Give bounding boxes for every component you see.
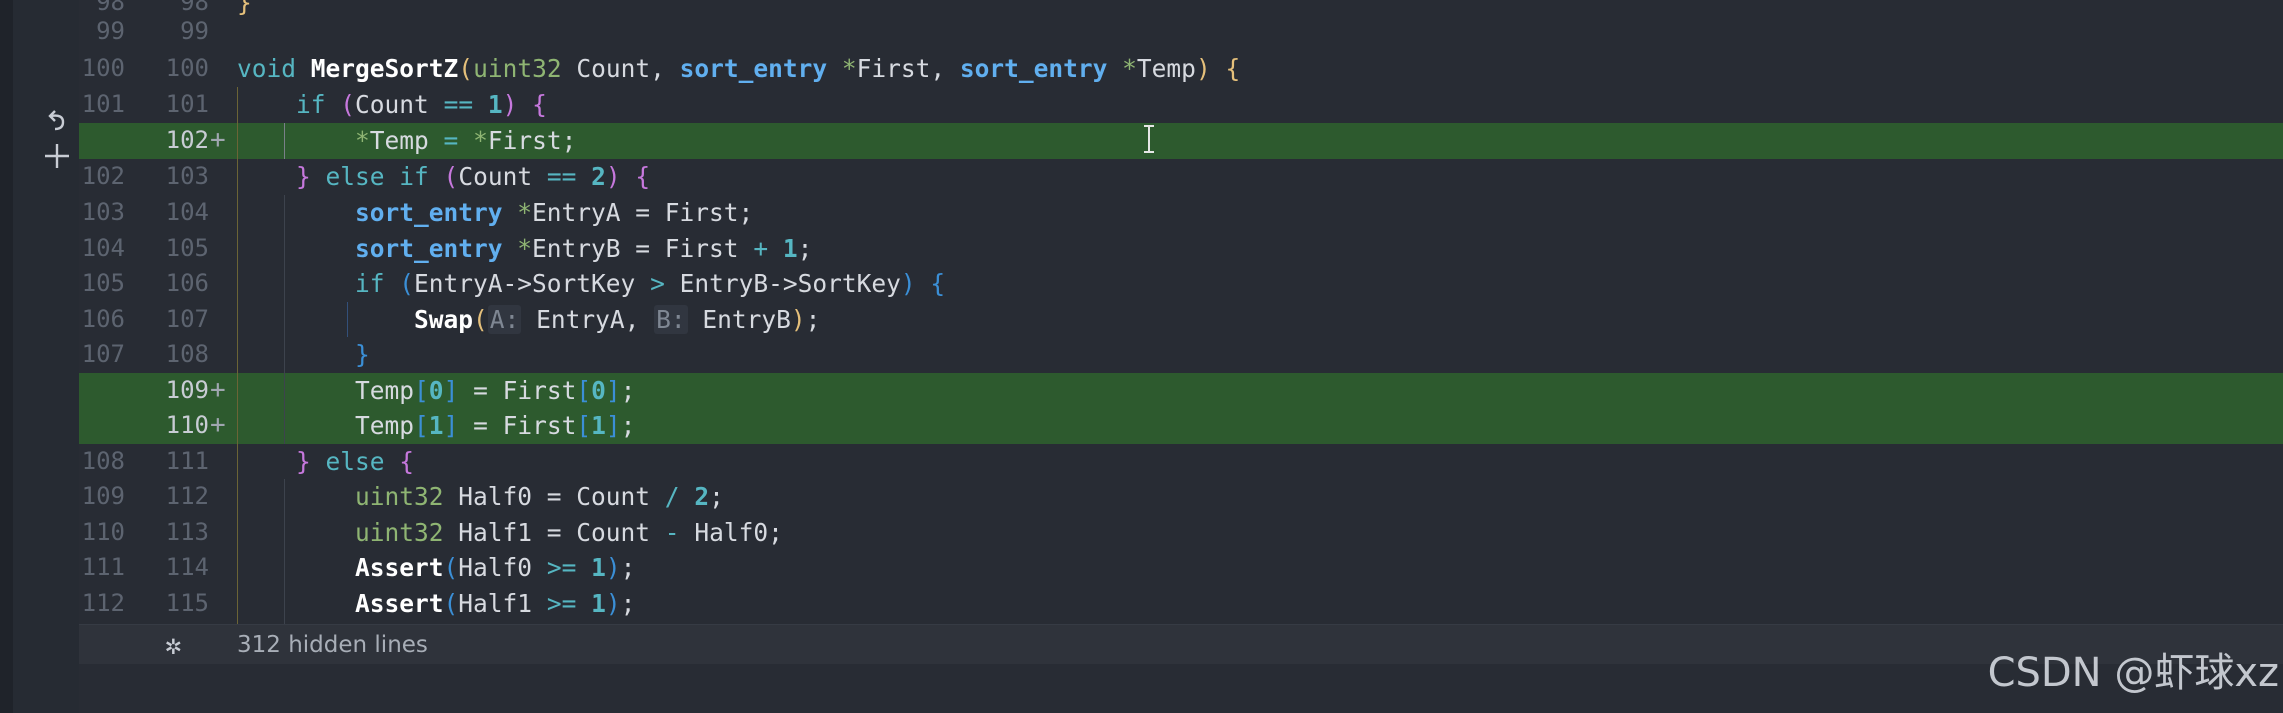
new-line-number: 104	[165, 198, 209, 226]
unfold-icon[interactable]: ✲	[165, 629, 182, 661]
old-line-number	[79, 373, 125, 409]
param-hint: A:	[487, 305, 522, 334]
plus-icon[interactable]	[41, 140, 73, 172]
code-line: 105 106 if (EntryA->SortKey > EntryB->So…	[79, 266, 2283, 302]
old-line-number: 103	[81, 198, 125, 226]
old-line-number: 112	[81, 589, 125, 617]
code-line: 102 103 } else if (Count == 2) {	[79, 159, 2283, 195]
param-hint: B:	[654, 305, 688, 334]
code-line: 109 112 uint32 Half0 = Count / 2;	[79, 479, 2283, 515]
code-text: sort_entry *EntryB = First + 1;	[355, 234, 813, 263]
added-line: 110 + Temp[1] = First[1];	[79, 408, 2283, 444]
new-line-number: 105	[165, 234, 209, 262]
new-line-number: 108	[165, 340, 209, 368]
code-line: 112 115 Assert(Half1 >= 1);	[79, 586, 2283, 622]
code-text: Assert(Half1 >= 1);	[355, 589, 636, 618]
code-line: 106 107 Swap(A: EntryA, B: EntryB);	[79, 302, 2283, 338]
old-line-number: 101	[81, 90, 125, 118]
new-line-number: 107	[165, 305, 209, 333]
old-line-number: 106	[81, 305, 125, 333]
code-line: 103 104 sort_entry *EntryA = First;	[79, 195, 2283, 231]
old-line-number: 108	[81, 447, 125, 475]
new-line-number: 101	[165, 90, 209, 118]
code-line: 110 113 uint32 Half1 = Count - Half0;	[79, 515, 2283, 551]
watermark: CSDN @虾球xz	[1987, 650, 2279, 696]
old-line-number: 104	[81, 234, 125, 262]
indent-guide	[284, 479, 285, 624]
old-line-number: 99	[96, 17, 125, 45]
old-line-number: 105	[81, 269, 125, 297]
hidden-lines-label: 312 hidden lines	[237, 632, 428, 658]
code-line: 104 105 sort_entry *EntryB = First + 1;	[79, 231, 2283, 267]
new-line-number: 110	[165, 411, 209, 439]
code-text: }	[355, 340, 370, 369]
old-line-number: 107	[81, 340, 125, 368]
new-line-number: 115	[165, 589, 209, 617]
old-line-number	[79, 408, 125, 444]
code-text: Temp[0] = First[0];	[355, 376, 636, 405]
old-line-number: 110	[81, 518, 125, 546]
code-text: if (Count == 1) {	[296, 90, 547, 119]
diff-gutter-panel	[13, 0, 79, 713]
code-text: } else {	[296, 447, 415, 476]
code-line: 100 100 void MergeSortZ(uint32 Count, so…	[79, 51, 2283, 87]
new-line-number: 112	[165, 482, 209, 510]
new-line-number: 100	[165, 54, 209, 82]
code-text: Swap(A: EntryA, B: EntryB);	[414, 305, 821, 334]
added-marker: +	[210, 125, 226, 155]
added-marker: +	[210, 410, 226, 440]
new-line-number: 102	[165, 126, 209, 154]
window-edge	[0, 0, 13, 713]
revert-arrow-icon[interactable]	[41, 108, 73, 140]
new-line-number: 113	[165, 518, 209, 546]
new-line-number: 103	[165, 162, 209, 190]
code-text: Temp[1] = First[1];	[355, 411, 636, 440]
code-line: 107 108 }	[79, 337, 2283, 373]
text-cursor-icon	[1144, 125, 1154, 153]
code-text: *Temp = *First;	[355, 126, 577, 155]
code-text: sort_entry *EntryA = First;	[355, 198, 754, 227]
indent-guide	[237, 87, 238, 624]
indent-guide	[347, 302, 348, 337]
old-line-number: 111	[81, 553, 125, 581]
new-line-number: 106	[165, 269, 209, 297]
added-marker: +	[210, 375, 226, 405]
code-text: uint32 Half1 = Count - Half0;	[355, 518, 783, 547]
indent-guide	[284, 195, 285, 444]
indent-guide	[284, 123, 285, 159]
hidden-lines-fold[interactable]: ✲ 312 hidden lines	[79, 624, 2283, 664]
new-line-number: 99	[180, 17, 209, 45]
new-line-number: 114	[165, 553, 209, 581]
diff-editor[interactable]: 98 98 } 99 99 100 100 void MergeSortZ(ui…	[79, 0, 2283, 713]
added-line: 102 + *Temp = *First;	[79, 123, 2283, 159]
code-text: Assert(Half0 >= 1);	[355, 553, 636, 582]
new-line-number: 109	[165, 376, 209, 404]
added-line: 109 + Temp[0] = First[0];	[79, 373, 2283, 409]
code-line: 101 101 if (Count == 1) {	[79, 87, 2283, 123]
code-text: void MergeSortZ(uint32 Count, sort_entry…	[237, 54, 1241, 83]
old-line-number: 100	[81, 54, 125, 82]
code-text: uint32 Half0 = Count / 2;	[355, 482, 724, 511]
code-line: 108 111 } else {	[79, 444, 2283, 480]
new-line-number: 111	[165, 447, 209, 475]
code-line: 111 114 Assert(Half0 >= 1);	[79, 550, 2283, 586]
old-line-number	[79, 123, 125, 159]
code-line: 99 99	[79, 14, 2283, 50]
code-text: } else if (Count == 2) {	[296, 162, 651, 191]
code-text: if (EntryA->SortKey > EntryB->SortKey) {	[355, 269, 946, 298]
old-line-number: 102	[81, 162, 125, 190]
old-line-number: 109	[81, 482, 125, 510]
